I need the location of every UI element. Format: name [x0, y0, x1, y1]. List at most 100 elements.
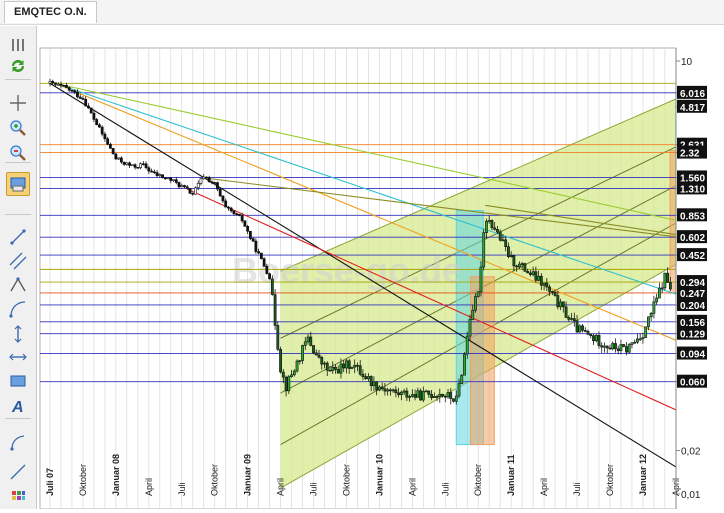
x-tick-label: April	[407, 478, 417, 496]
candle	[507, 246, 510, 257]
candle	[485, 220, 488, 233]
candle	[265, 265, 269, 275]
candle	[202, 176, 206, 180]
candle	[284, 376, 288, 392]
price-level-badge[interactable]: 0.452	[677, 248, 707, 262]
price-level-label: 0.129	[680, 330, 705, 341]
candle	[240, 215, 244, 222]
candle	[317, 354, 321, 358]
candle	[594, 335, 598, 342]
candle	[320, 357, 324, 365]
candle	[301, 345, 304, 361]
candle	[246, 226, 250, 232]
price-level-badge[interactable]: 1.310	[677, 181, 707, 195]
candle	[520, 263, 524, 265]
candle	[177, 182, 181, 188]
price-level-badge[interactable]: 0.247	[677, 285, 707, 300]
price-level-badge[interactable]: 4.817	[677, 99, 707, 114]
candle	[161, 174, 164, 179]
candle	[328, 369, 332, 372]
candle	[605, 345, 609, 349]
candle	[336, 369, 340, 374]
candle	[581, 325, 584, 331]
candle	[405, 390, 409, 398]
candle	[309, 336, 313, 346]
candle	[339, 363, 343, 374]
candle	[270, 278, 274, 295]
x-tick-label: April	[276, 478, 286, 496]
candle	[342, 363, 346, 369]
candle	[166, 177, 170, 180]
y-tick-label: 0,02	[681, 447, 701, 458]
candle	[281, 371, 285, 378]
candle	[51, 81, 55, 84]
candle	[243, 220, 247, 227]
candle	[65, 85, 68, 88]
price-level-badge[interactable]: 6.016	[677, 85, 707, 100]
candle	[213, 182, 217, 184]
candle	[449, 392, 453, 400]
candle	[399, 391, 403, 396]
price-level-badge[interactable]: 0.853	[677, 208, 707, 222]
candle	[465, 335, 469, 355]
candle	[95, 119, 99, 126]
candle	[498, 231, 502, 241]
candle	[56, 84, 60, 86]
price-level-badge[interactable]: 0.060	[677, 374, 707, 389]
x-tick-label: Oktober	[210, 464, 220, 496]
candle	[136, 167, 140, 169]
candle	[553, 292, 557, 296]
price-level-badge[interactable]: 0.156	[677, 314, 707, 329]
candle	[397, 392, 401, 396]
candle	[194, 187, 197, 195]
price-level-badge[interactable]: 0.204	[677, 297, 707, 312]
candle	[196, 183, 200, 189]
candle	[493, 227, 497, 230]
candle	[114, 153, 118, 160]
price-chart[interactable]: Boerse-go.de Juli 07 Oktober Januar 08 Apri…	[0, 0, 724, 509]
x-tick-label: Januar 09	[243, 454, 253, 496]
price-level-label: 0.452	[680, 251, 705, 262]
price-level-badge[interactable]: 0.094	[677, 346, 707, 361]
candle	[663, 272, 667, 289]
x-tick-label: Oktober	[473, 464, 483, 496]
x-tick-label: Juli	[440, 482, 450, 496]
candle	[600, 345, 604, 348]
x-tick-label: Januar 12	[638, 454, 648, 496]
candle	[501, 239, 505, 242]
candle	[172, 179, 175, 181]
candle	[295, 360, 299, 372]
y-axis: 106.0164.8172.6312.321.5601.3100.8530.60…	[675, 48, 707, 509]
candle	[221, 195, 225, 202]
x-tick-label: Oktober	[341, 464, 351, 496]
candle	[251, 238, 255, 242]
price-level-badge[interactable]: 2.32	[677, 145, 707, 160]
candle	[224, 200, 228, 208]
y-tick-label: 0,01	[681, 490, 701, 501]
candle	[92, 112, 96, 120]
candle	[474, 296, 477, 311]
candle	[334, 366, 337, 370]
candle	[81, 98, 85, 100]
y-tick-label: 10	[681, 57, 693, 68]
candle	[452, 398, 455, 402]
candle	[668, 282, 672, 290]
candle	[89, 107, 93, 114]
x-tick-label: Juli	[572, 482, 582, 496]
candle	[276, 325, 280, 350]
candle	[402, 390, 406, 393]
candle	[548, 286, 551, 292]
x-tick-label: Januar 10	[374, 454, 384, 496]
candle	[583, 330, 587, 332]
candle	[517, 263, 521, 268]
candle	[416, 390, 420, 398]
candle	[262, 258, 266, 267]
candle	[227, 206, 230, 209]
candle	[314, 352, 318, 356]
candle	[303, 341, 307, 346]
candle	[199, 178, 203, 184]
price-level-badge[interactable]: 0.602	[677, 230, 707, 244]
candle	[292, 370, 296, 376]
candle	[539, 275, 543, 286]
price-level-badge[interactable]: 0.129	[677, 326, 707, 341]
